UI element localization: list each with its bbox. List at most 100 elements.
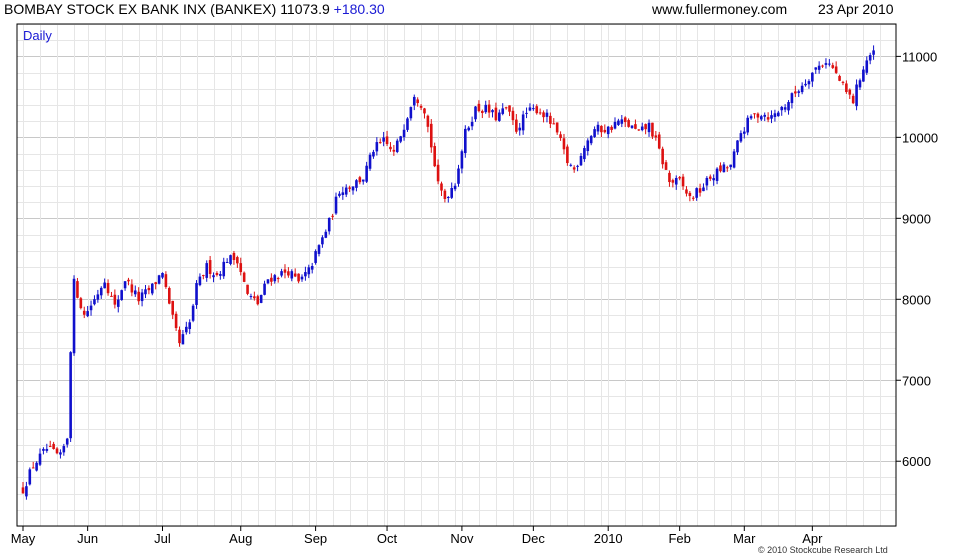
x-tick-label: Sep: [304, 531, 327, 546]
candle-body: [749, 116, 753, 119]
candle: [640, 122, 644, 132]
candle-body: [794, 91, 797, 94]
candle-body: [283, 269, 287, 273]
candle-body: [321, 237, 324, 245]
candle: [858, 78, 862, 90]
candle: [790, 92, 794, 109]
candle-body: [130, 284, 134, 293]
candle-body: [140, 292, 144, 302]
grid: [17, 24, 896, 527]
candle: [123, 281, 127, 291]
candle-body: [351, 186, 355, 191]
candle: [606, 125, 610, 139]
candle-body: [460, 151, 464, 169]
candle-body: [198, 276, 202, 286]
candle: [691, 196, 695, 201]
candle: [453, 183, 457, 192]
candle-body: [760, 116, 763, 120]
candle: [168, 286, 171, 305]
candle-body: [511, 110, 515, 121]
candle-body: [865, 60, 869, 73]
candle-body: [739, 133, 743, 142]
candle-body: [270, 277, 273, 282]
candle: [457, 164, 460, 187]
candle-body: [742, 131, 746, 134]
candles: [21, 45, 875, 500]
candle: [593, 126, 596, 138]
candle: [42, 447, 45, 455]
candle: [674, 175, 678, 190]
candle-body: [48, 446, 52, 448]
candle: [538, 108, 542, 115]
candle: [283, 264, 287, 279]
candle: [715, 167, 719, 185]
candle-body: [555, 122, 559, 133]
candle-body: [137, 291, 140, 302]
candle: [508, 105, 511, 117]
candle: [732, 148, 736, 169]
candle: [140, 288, 144, 307]
candle: [474, 106, 477, 122]
candle-body: [780, 106, 784, 111]
copyright-footer: © 2010 Stockcube Research Ltd: [758, 545, 888, 555]
candle-body: [164, 274, 168, 287]
candle: [780, 105, 784, 116]
candle: [804, 79, 807, 87]
candle-body: [838, 75, 841, 81]
candle-body: [174, 313, 178, 329]
candle: [426, 114, 430, 133]
candle-body: [225, 262, 229, 264]
candle-body: [722, 164, 726, 173]
x-tick-label: Nov: [450, 531, 474, 546]
candle-body: [464, 128, 467, 154]
candle: [834, 61, 838, 75]
candle-body: [787, 102, 790, 111]
candle-body: [239, 263, 243, 273]
candle: [106, 279, 110, 296]
candle: [630, 125, 634, 129]
candle-body: [59, 452, 62, 455]
candle: [249, 293, 253, 300]
candle-body: [191, 305, 195, 321]
candle: [603, 124, 607, 134]
candle-body: [623, 117, 627, 123]
candle: [487, 100, 491, 118]
candle: [52, 441, 55, 450]
candle-body: [195, 283, 198, 305]
candle-body: [82, 310, 86, 315]
candle: [82, 306, 86, 319]
candle-body: [358, 177, 362, 183]
candle-body: [811, 72, 814, 82]
candle: [297, 273, 300, 284]
candle-body: [647, 122, 651, 133]
candle: [807, 79, 811, 89]
candle-body: [93, 299, 96, 305]
candle: [191, 303, 195, 323]
candle: [236, 255, 239, 268]
candle-body: [674, 177, 678, 185]
candle: [644, 123, 647, 135]
candle: [596, 121, 600, 135]
candle-body: [171, 300, 175, 315]
candle: [777, 110, 780, 117]
candle-body: [389, 146, 392, 150]
candle-body: [715, 168, 719, 181]
candle: [661, 146, 664, 169]
candle-body: [542, 112, 545, 118]
candle-body: [280, 271, 283, 276]
candle: [722, 162, 726, 173]
candle-body: [161, 272, 164, 278]
candle-body: [576, 165, 579, 167]
candle: [841, 80, 845, 86]
candle-body: [116, 299, 120, 307]
candle-body: [579, 155, 583, 166]
candle: [256, 294, 260, 306]
candle: [542, 110, 545, 123]
candle-body: [695, 188, 698, 198]
candle-body: [31, 467, 35, 469]
candle: [389, 142, 392, 152]
candle-body: [79, 298, 83, 309]
candle-body: [797, 91, 801, 93]
candle-body: [685, 189, 688, 194]
candle-body: [406, 118, 409, 130]
